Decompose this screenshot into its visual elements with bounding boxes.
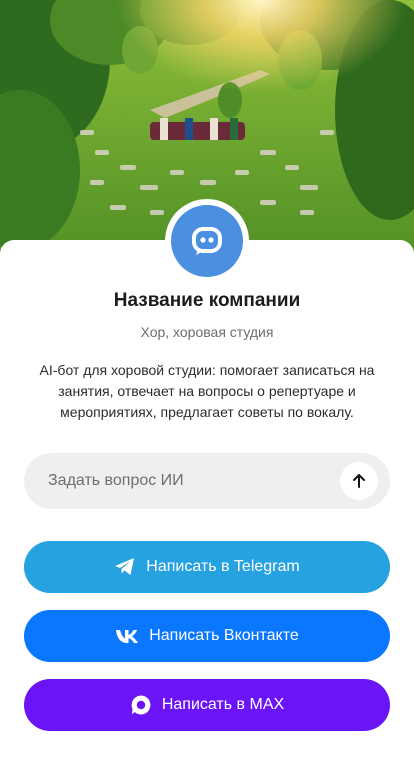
- write-vk-label: Написать Вконтакте: [149, 627, 299, 644]
- max-icon: [130, 694, 152, 716]
- write-telegram-button[interactable]: Написать в Telegram: [24, 541, 390, 593]
- ask-ai-field: [24, 453, 390, 509]
- vk-icon: [115, 628, 139, 644]
- write-telegram-label: Написать в Telegram: [146, 558, 300, 575]
- bot-description: AI-бот для хоровой студии: помогает запи…: [39, 362, 375, 420]
- send-button[interactable]: [340, 462, 378, 500]
- telegram-icon: [114, 557, 136, 577]
- write-max-button[interactable]: Написать в MAX: [24, 679, 390, 731]
- write-vk-button[interactable]: Написать Вконтакте: [24, 610, 390, 662]
- arrow-up-icon: [353, 474, 365, 488]
- avatar: [165, 199, 249, 283]
- chat-bot-icon: [171, 205, 243, 277]
- write-max-label: Написать в MAX: [161, 696, 285, 713]
- company-name: Название компании: [113, 290, 301, 311]
- ask-ai-input[interactable]: [48, 472, 340, 490]
- company-type: Хор, хоровая студия: [140, 324, 274, 340]
